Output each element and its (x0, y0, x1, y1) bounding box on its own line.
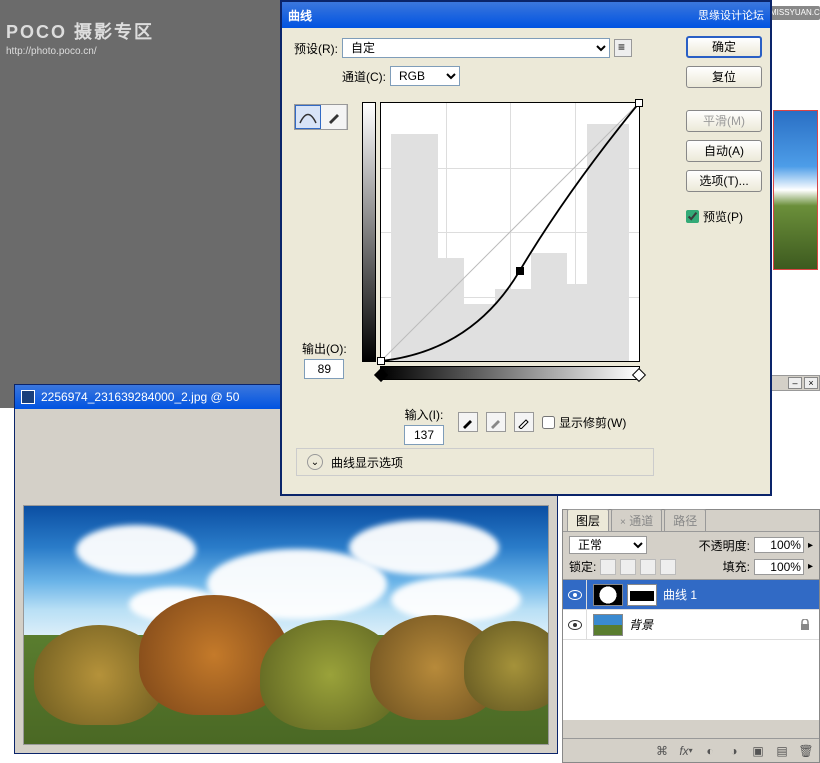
black-point-slider[interactable] (374, 368, 388, 382)
tab-layers[interactable]: 图层 (567, 509, 609, 531)
tab-paths[interactable]: 路径 (664, 509, 706, 531)
mask-thumb[interactable] (627, 584, 657, 606)
curves-graph[interactable] (380, 102, 640, 362)
watermark-brand: POCO 摄影专区 (6, 20, 154, 45)
layer-list: 曲线 1 背景 (563, 580, 819, 720)
lock-transparency-icon[interactable] (600, 559, 616, 575)
watermark-url: http://photo.poco.cn/ (6, 45, 154, 59)
visibility-toggle[interactable] (563, 610, 587, 639)
black-eyedropper[interactable] (458, 412, 478, 432)
adjustment-thumb[interactable] (593, 584, 623, 606)
link-layers-icon[interactable]: ⌘ (655, 744, 669, 758)
lock-icon (797, 617, 813, 633)
document-canvas[interactable] (23, 505, 549, 745)
navigator-thumbnail[interactable] (773, 110, 818, 270)
curve-tool-buttons (294, 104, 348, 130)
adjustment-icon[interactable]: ◑ (727, 744, 741, 758)
chevron-down-icon[interactable]: ⌄ (307, 454, 323, 470)
show-clipping-label: 显示修剪(W) (559, 414, 626, 431)
tab-channels[interactable]: × 通道 (611, 509, 662, 531)
preview-checkbox[interactable]: 预览(P) (686, 208, 762, 225)
document-title: 2256974_231639284000_2.jpg @ 50 (41, 390, 239, 404)
auto-button[interactable]: 自动(A) (686, 140, 762, 162)
curves-dialog: 曲线 思缘设计论坛 预设(R): 自定 通道(C): RGB (280, 0, 772, 496)
eye-icon (568, 620, 582, 630)
panel-minimize-button[interactable]: – (788, 377, 802, 389)
curve-display-options[interactable]: ⌄ 曲线显示选项 (296, 448, 654, 476)
fill-slider-icon[interactable]: ▸ (808, 561, 813, 572)
trash-icon[interactable]: 🗑 (799, 744, 813, 758)
layer-row-curves[interactable]: 曲线 1 (563, 580, 819, 610)
fx-icon[interactable]: fx▾ (679, 744, 693, 758)
input-gradient (380, 366, 640, 380)
new-layer-icon[interactable]: ▤ (775, 744, 789, 758)
output-input[interactable] (304, 359, 344, 379)
curve-pencil-tool[interactable] (321, 105, 347, 129)
layer-name: 曲线 1 (663, 586, 819, 603)
dialog-title: 曲线 (288, 7, 312, 24)
lock-all-icon[interactable] (660, 559, 676, 575)
show-clipping-checkbox[interactable]: 显示修剪(W) (542, 414, 626, 431)
curve-point-tool[interactable] (295, 105, 321, 129)
lock-label: 锁定: (569, 558, 596, 575)
dialog-forum-watermark: 思缘设计论坛 (698, 7, 764, 23)
preview-label: 预览(P) (703, 208, 743, 225)
panel-close-button[interactable]: × (804, 377, 818, 389)
fill-input[interactable]: 100% (754, 559, 804, 575)
preset-combo[interactable]: 自定 (342, 38, 610, 58)
preview-input[interactable] (686, 210, 699, 223)
smooth-button[interactable]: 平滑(M) (686, 110, 762, 132)
mask-icon[interactable]: ◐ (703, 744, 717, 758)
watermark: POCO 摄影专区 http://photo.poco.cn/ (6, 20, 154, 59)
curves-graph-area (362, 102, 640, 380)
fill-label: 填充: (723, 558, 750, 575)
output-gradient (362, 102, 376, 362)
opacity-slider-icon[interactable]: ▸ (808, 540, 813, 551)
blend-mode-combo[interactable]: 正常 (569, 536, 647, 554)
options-button[interactable]: 选项(T)... (686, 170, 762, 192)
lock-position-icon[interactable] (640, 559, 656, 575)
eye-icon (568, 590, 582, 600)
input-label: 输入(I): (404, 406, 444, 423)
layer-name: 背景 (629, 616, 797, 633)
dialog-titlebar[interactable]: 曲线 思缘设计论坛 (282, 2, 770, 28)
site-watermark: MISSYUAN.COM (770, 6, 820, 20)
gray-eyedropper[interactable] (486, 412, 506, 432)
channel-combo[interactable]: RGB (390, 66, 460, 86)
output-label: 输出(O): (302, 340, 347, 357)
layers-bottom-bar: ⌘ fx▾ ◐ ◑ ▣ ▤ 🗑 (563, 738, 819, 762)
show-clipping-input[interactable] (542, 416, 555, 429)
opacity-input[interactable]: 100% (754, 537, 804, 553)
layer-row-background[interactable]: 背景 (563, 610, 819, 640)
white-point-slider[interactable] (632, 368, 646, 382)
preset-menu-icon[interactable] (614, 39, 632, 57)
layer-thumb[interactable] (593, 614, 623, 636)
preset-label: 预设(R): (294, 40, 338, 57)
ps-icon (21, 390, 35, 404)
visibility-toggle[interactable] (563, 580, 587, 609)
lock-pixels-icon[interactable] (620, 559, 636, 575)
group-icon[interactable]: ▣ (751, 744, 765, 758)
opacity-label: 不透明度: (699, 537, 750, 554)
panel-window-controls: – × (770, 375, 820, 391)
channel-label: 通道(C): (342, 68, 386, 85)
white-eyedropper[interactable] (514, 412, 534, 432)
ok-button[interactable]: 确定 (686, 36, 762, 58)
display-options-label: 曲线显示选项 (331, 454, 403, 471)
layers-palette: 图层 × 通道 路径 正常 不透明度: 100% ▸ 锁定: (562, 509, 820, 763)
photo-content (24, 506, 548, 744)
input-input[interactable] (404, 425, 444, 445)
cancel-button[interactable]: 复位 (686, 66, 762, 88)
